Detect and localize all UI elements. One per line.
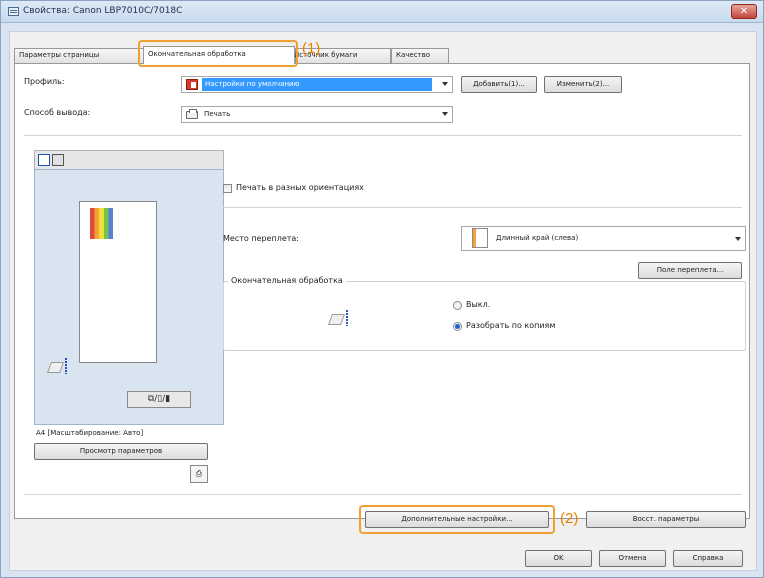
output-method-value: Печать — [204, 110, 231, 118]
profile-label: Профиль: — [24, 77, 65, 86]
printer-view-icon[interactable] — [52, 154, 64, 166]
binding-location-label: Место переплета: — [223, 234, 299, 243]
divider — [223, 207, 742, 208]
view-settings-button[interactable]: Просмотр параметров — [34, 443, 208, 460]
advanced-settings-button[interactable]: Дополнительные настройки... — [365, 511, 549, 528]
add-profile-button[interactable]: Добавить(1)... — [461, 76, 537, 93]
chevron-down-icon — [442, 82, 448, 86]
printer-properties-icon — [8, 7, 19, 16]
preview-page — [79, 201, 157, 363]
ok-button[interactable]: OK — [525, 550, 592, 567]
tab-quality[interactable]: Качество — [391, 48, 449, 63]
preview-status: А4 [Масштабирование: Авто] — [36, 429, 144, 437]
tab-page-setup[interactable]: Параметры страницы — [14, 48, 144, 63]
preview-view-switcher — [34, 150, 224, 170]
chevron-down-icon — [735, 237, 741, 241]
binding-location-dropdown[interactable]: Длинный край (слева) — [461, 226, 746, 251]
mixed-orientation-checkbox[interactable] — [223, 184, 232, 193]
profile-dropdown[interactable]: Настройки по умолчанию — [181, 76, 453, 93]
printer-info-icon[interactable]: ⎙ — [190, 465, 208, 483]
tab-finishing[interactable]: Окончательная обработка — [143, 46, 295, 64]
profile-value: Настройки по умолчанию — [202, 78, 432, 91]
output-method-label: Способ вывода: — [24, 108, 91, 117]
collate-stack-icon — [46, 358, 67, 374]
page-layout-view-icon[interactable] — [38, 154, 50, 166]
callout-2: (2) — [560, 510, 579, 527]
dialog-body: Параметры страницы Окончательная обработ… — [9, 31, 757, 571]
callout-1: (1) — [302, 40, 321, 57]
chevron-down-icon — [442, 112, 448, 116]
gutter-button[interactable]: Поле переплета... — [638, 262, 742, 279]
edit-profile-button[interactable]: Изменить(2)... — [544, 76, 622, 93]
finishing-off-label: Выкл. — [466, 300, 491, 309]
page-preview: ⧉/▯/▮ — [34, 169, 224, 425]
help-button[interactable]: Справка — [673, 550, 743, 567]
window-title: Свойства: Canon LBP7010C/7018C — [23, 6, 183, 16]
collate-radio[interactable] — [453, 322, 462, 331]
profile-icon — [186, 79, 198, 90]
restore-defaults-button[interactable]: Восст. параметры — [586, 511, 746, 528]
binding-long-edge-icon — [472, 228, 488, 248]
close-button[interactable]: ✕ — [731, 4, 757, 19]
output-method-dropdown[interactable]: Печать — [181, 106, 453, 123]
finishing-group — [223, 281, 746, 351]
finishing-off-radio[interactable] — [453, 301, 462, 310]
divider — [24, 494, 742, 495]
binding-location-value: Длинный край (слева) — [496, 234, 579, 242]
printer-icon — [186, 109, 198, 119]
printer-properties-window: Свойства: Canon LBP7010C/7018C ✕ Парамет… — [0, 0, 764, 578]
collate-stack-icon — [327, 310, 348, 326]
title-bar[interactable]: Свойства: Canon LBP7010C/7018C ✕ — [1, 1, 763, 23]
collate-label: Разобрать по копиям — [466, 321, 556, 330]
mixed-orientation-label: Печать в разных ориентациях — [236, 183, 364, 192]
color-bars-graphic — [90, 208, 113, 239]
cancel-button[interactable]: Отмена — [599, 550, 666, 567]
finishing-group-title: Окончательная обработка — [228, 276, 346, 285]
finishing-toolbar[interactable]: ⧉/▯/▮ — [127, 391, 191, 408]
divider — [24, 135, 742, 136]
